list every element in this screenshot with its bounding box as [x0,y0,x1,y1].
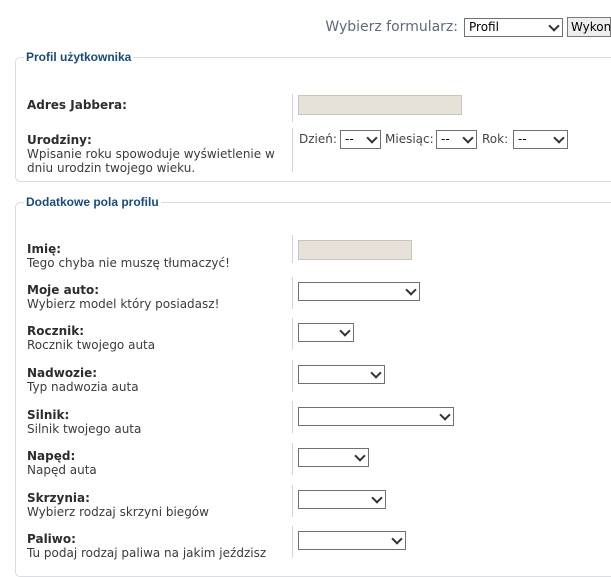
birthday-desc: Wpisanie roku spowoduje wyświetlenie w [27,147,275,161]
divider [292,401,293,433]
car-desc: Wybierz model który posiadasz! [27,297,220,311]
body-select[interactable] [298,365,385,384]
gearbox-desc: Wybierz rodzaj skrzyni biegów [27,505,209,519]
field-body: Nadwozie: Typ nadwozia auta [27,366,139,394]
year-field-label: Rocznik: [27,324,85,338]
day-select[interactable]: -- [340,130,381,149]
extra-legend: Dodatkowe pola profilu [26,195,159,209]
chevron-down-icon [371,492,383,504]
chevron-down-icon [548,19,560,32]
year-label: Rok: [482,132,509,146]
divider [292,485,293,517]
jabber-label-group: Adres Jabbera: [27,98,127,112]
birthday-label-group: Urodziny: Wpisanie roku spowoduje wyświe… [27,133,275,175]
fuel-label: Paliwo: [27,532,76,546]
jabber-label: Adres Jabbera: [27,98,127,112]
first-name-input[interactable] [298,240,412,260]
chevron-down-icon [391,533,403,545]
gearbox-label: Skrzynia: [27,491,90,505]
profile-panel: Profil użytkownika Adres Jabbera: Urodzi… [15,50,611,182]
field-engine: Silnik: Silnik twojego auta [27,408,141,436]
form-selector-bar: Wybierz formularz: Profil Wykonaj [325,17,611,37]
gearbox-select[interactable] [298,490,386,509]
field-car: Moje auto: Wybierz model który posiadasz… [27,283,219,311]
birthday-label: Urodziny: [27,133,92,147]
form-select[interactable]: Profil [464,17,563,37]
fuel-desc: Tu podaj rodzaj paliwa na jakim jeździsz [27,546,267,560]
profile-legend: Profil użytkownika [26,50,132,64]
chevron-down-icon [405,284,417,296]
year-value: -- [518,132,527,146]
month-label: Miesiąc: [385,132,434,146]
production-year-select[interactable] [298,323,354,342]
chevron-down-icon [366,132,378,144]
engine-desc: Silnik twojego auta [27,422,142,436]
chevron-down-icon [339,325,351,337]
jabber-input[interactable] [298,95,462,115]
engine-select[interactable] [298,407,454,426]
first-name-desc: Tego chyba nie muszę tłumaczyć! [27,256,230,270]
field-fuel: Paliwo: Tu podaj rodzaj paliwa na jakim … [27,532,266,560]
extra-fields-panel: Dodatkowe pola profilu Imię: Tego chyba … [15,195,611,577]
submit-form-button[interactable]: Wykonaj [567,17,611,37]
first-name-label: Imię: [27,242,62,256]
month-select[interactable]: -- [436,130,477,149]
divider [292,94,293,122]
drive-select[interactable] [298,448,369,467]
divider [292,360,293,392]
car-label: Moje auto: [27,283,100,297]
year-select[interactable]: -- [513,130,568,149]
day-value: -- [345,132,354,146]
body-label: Nadwozie: [27,366,98,380]
fuel-select[interactable] [298,531,406,550]
form-selector-label: Wybierz formularz: [325,19,458,35]
divider [292,443,293,475]
birthday-desc-2: dniu urodzin twojego wieku. [27,161,196,175]
field-gearbox: Skrzynia: Wybierz rodzaj skrzyni biegów [27,491,209,519]
field-first-name: Imię: Tego chyba nie muszę tłumaczyć! [27,242,230,270]
drive-desc: Napęd auta [27,463,97,477]
divider [292,526,293,558]
car-select[interactable] [298,282,420,301]
chevron-down-icon [462,132,474,144]
day-label: Dzień: [299,132,337,146]
drive-label: Napęd: [27,449,76,463]
year-field-desc: Rocznik twojego auta [27,338,156,352]
chevron-down-icon [354,450,366,462]
field-drive: Napęd: Napęd auta [27,449,97,477]
chevron-down-icon [553,132,565,144]
divider [292,277,293,309]
field-year: Rocznik: Rocznik twojego auta [27,324,155,352]
divider [292,318,293,350]
form-select-value: Profil [469,19,499,34]
chevron-down-icon [370,367,382,379]
chevron-down-icon [439,409,451,421]
divider [292,128,293,172]
body-desc: Typ nadwozia auta [27,380,139,394]
month-value: -- [441,132,450,146]
divider [292,235,293,263]
engine-label: Silnik: [27,408,70,422]
